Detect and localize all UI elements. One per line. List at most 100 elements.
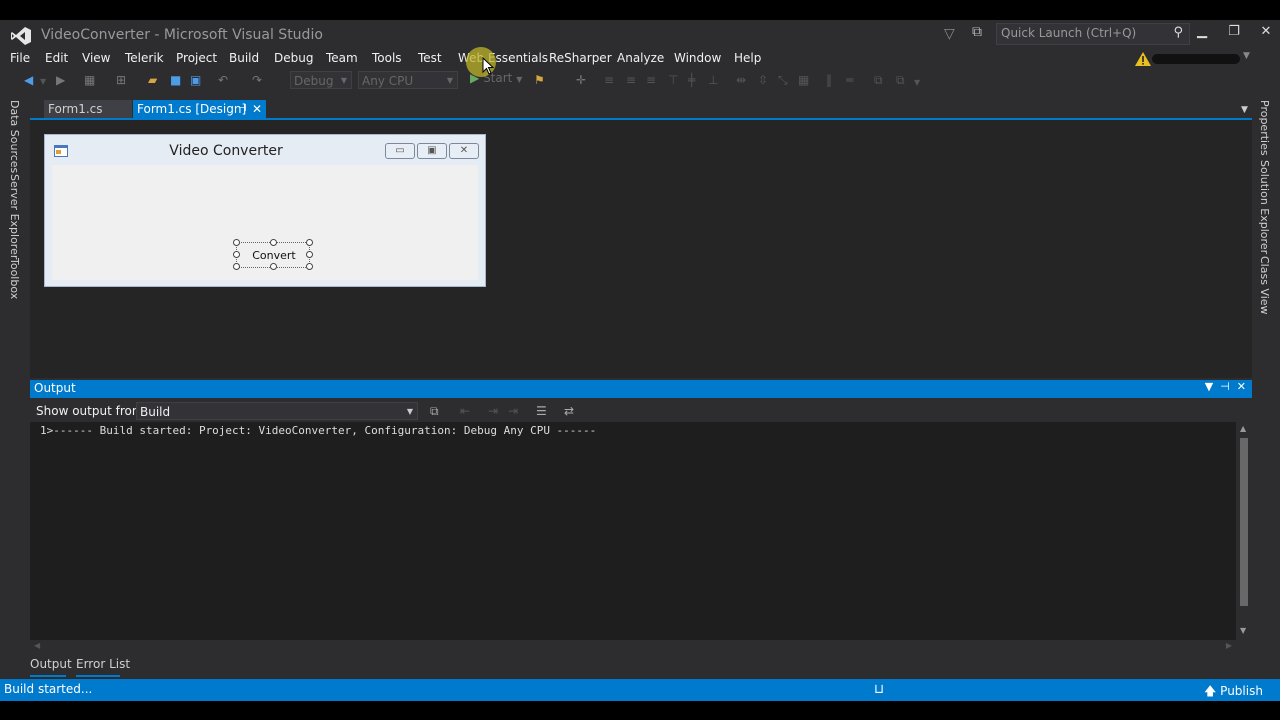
resize-handle[interactable] [306,251,313,258]
sidebar-toolbox[interactable]: Toolbox [8,258,21,299]
chevron-down-icon: ▼ [446,76,453,85]
sidebar-solution-explorer[interactable]: Solution Explorer [1258,160,1271,254]
config-select[interactable]: Debug ▼ [290,71,352,89]
window-title: VideoConverter - Microsoft Visual Studio [41,27,323,43]
go-to-next-message-icon[interactable]: ⇥ [508,404,518,418]
arrow-right-icon[interactable]: ▶ [1226,641,1232,650]
close-icon[interactable]: ✕ [1237,380,1246,393]
resize-handle[interactable] [233,263,240,270]
align-top-icon[interactable]: ⊤ [668,73,678,87]
back-caret-icon[interactable]: ▼ [40,77,46,86]
go-to-previous-icon[interactable]: ⇤ [460,404,470,418]
sidebar-server-explorer[interactable]: Server Explorer [8,174,21,259]
clear-all-icon[interactable]: ☰ [536,404,547,418]
align-right-icon[interactable]: ≡ [646,73,656,87]
close-icon[interactable]: ✕ [252,100,262,118]
chevron-down-icon[interactable]: ▼ [1205,380,1213,393]
menu-edit[interactable]: Edit [45,51,68,65]
tab-form1-design[interactable]: Form1.cs [Design] ⊣ ✕ [133,100,266,118]
horizontal-spacing-icon[interactable]: ‖ [826,73,832,87]
menu-help[interactable]: Help [734,51,761,65]
menu-project[interactable]: Project [176,51,217,65]
quick-launch[interactable]: ⚲ [996,23,1190,45]
platform-select[interactable]: Any CPU ▼ [358,71,458,89]
vertical-spacing-icon[interactable]: ═ [846,73,853,87]
user-account[interactable] [1152,54,1240,64]
align-bottom-icon[interactable]: ⊥ [708,73,718,87]
quick-launch-input[interactable] [997,24,1165,42]
menu-test[interactable]: Test [418,51,442,65]
sidebar-class-view[interactable]: Class View [1258,256,1271,315]
arrow-up-icon[interactable]: ▲ [1240,424,1246,433]
sidebar-data-sources[interactable]: Data Sources [8,100,21,173]
scrollbar-thumb[interactable] [1240,438,1248,606]
same-height-icon[interactable]: ⇳ [758,73,768,87]
undo-icon[interactable]: ↶ [218,73,228,87]
menu-file[interactable]: File [10,51,30,65]
search-icon[interactable]: ⚲ [1173,25,1183,40]
same-size-icon[interactable]: ⤡ [778,73,788,88]
sidebar-properties[interactable]: Properties [1258,100,1271,156]
chevron-down-icon[interactable]: ▼ [1241,105,1248,115]
new-project-icon[interactable]: ▦ [84,73,95,87]
save-all-icon[interactable]: ▣ [190,73,201,87]
menu-tools[interactable]: Tools [372,51,402,65]
output-panel-header: Output ▼ ⊣ ✕ [30,380,1252,398]
tab-error-list[interactable]: Error List [76,657,130,671]
resize-handle[interactable] [233,251,240,258]
minimize-icon[interactable]: ▁ [1190,24,1214,42]
vertical-scrollbar[interactable]: ▲ ▼ [1236,422,1252,640]
menu-window[interactable]: Window [674,51,721,65]
add-item-icon[interactable]: ⊞ [116,73,126,87]
menu-view[interactable]: View [82,51,110,65]
bring-to-front-icon[interactable]: ⧉ [874,73,883,88]
pin-icon[interactable]: ⊣ [238,100,247,118]
tab-output[interactable]: Output [30,657,72,671]
close-icon[interactable]: ✕ [1254,24,1278,42]
word-wrap-icon[interactable]: ⇄ [564,404,574,418]
resize-handle[interactable] [306,263,313,270]
align-left-icon[interactable]: ≡ [604,73,614,87]
back-icon[interactable]: ◀ [24,73,33,87]
toolbar-overflow-icon[interactable]: ▼ [914,78,920,87]
attach-icon[interactable]: ⚑ [534,73,545,87]
horizontal-scrollbar[interactable]: ◀ ▶ [30,640,1236,654]
resize-handle[interactable] [270,263,277,270]
open-icon[interactable]: ▰ [148,73,157,87]
menu-team[interactable]: Team [326,51,358,65]
arrow-down-icon[interactable]: ▼ [1240,626,1246,635]
arrow-left-icon[interactable]: ◀ [34,641,40,650]
filter-icon[interactable]: ▽ [944,26,955,42]
align-middle-icon[interactable]: ╪ [688,73,695,87]
align-grid-icon[interactable]: ✛ [576,73,586,87]
output-source-select[interactable]: Build ▼ [136,402,418,420]
align-center-icon[interactable]: ≡ [626,73,636,87]
warning-icon[interactable] [1134,50,1152,68]
status-text: Build started... [4,682,93,696]
resize-handle[interactable] [270,239,277,246]
forward-icon[interactable]: ▶ [56,73,65,87]
publish-button[interactable]: 🡅 Publish [1204,682,1263,701]
menu-telerik[interactable]: Telerik [125,51,164,65]
menu-build[interactable]: Build [229,51,259,65]
pin-icon[interactable]: ⊣ [1220,380,1230,393]
feedback-icon[interactable]: ⧉ [972,24,982,40]
resize-handle[interactable] [233,239,240,246]
menu-analyze[interactable]: Analyze [617,51,664,65]
user-caret-icon[interactable]: ▼ [1243,51,1250,61]
output-text-area[interactable]: 1>------ Build started: Project: VideoCo… [30,422,1236,640]
menu-resharper[interactable]: ReSharper [549,51,612,65]
go-to-next-icon[interactable]: ⇥ [488,404,498,418]
vs-logo-icon [11,27,31,45]
size-to-grid-icon[interactable]: ▦ [798,73,809,87]
same-width-icon[interactable]: ⇹ [736,73,746,87]
send-to-back-icon[interactable]: ⧉ [896,73,905,88]
redo-icon[interactable]: ↷ [252,73,262,87]
tab-form1-cs[interactable]: Form1.cs [44,100,132,118]
resize-handle[interactable] [306,239,313,246]
title-bar: VideoConverter - Microsoft Visual Studio… [0,20,1280,50]
restore-icon[interactable]: ❐ [1222,24,1246,42]
find-message-icon[interactable]: ⧉ [430,404,439,419]
menu-debug[interactable]: Debug [274,51,313,65]
save-icon[interactable]: ■ [170,73,181,87]
